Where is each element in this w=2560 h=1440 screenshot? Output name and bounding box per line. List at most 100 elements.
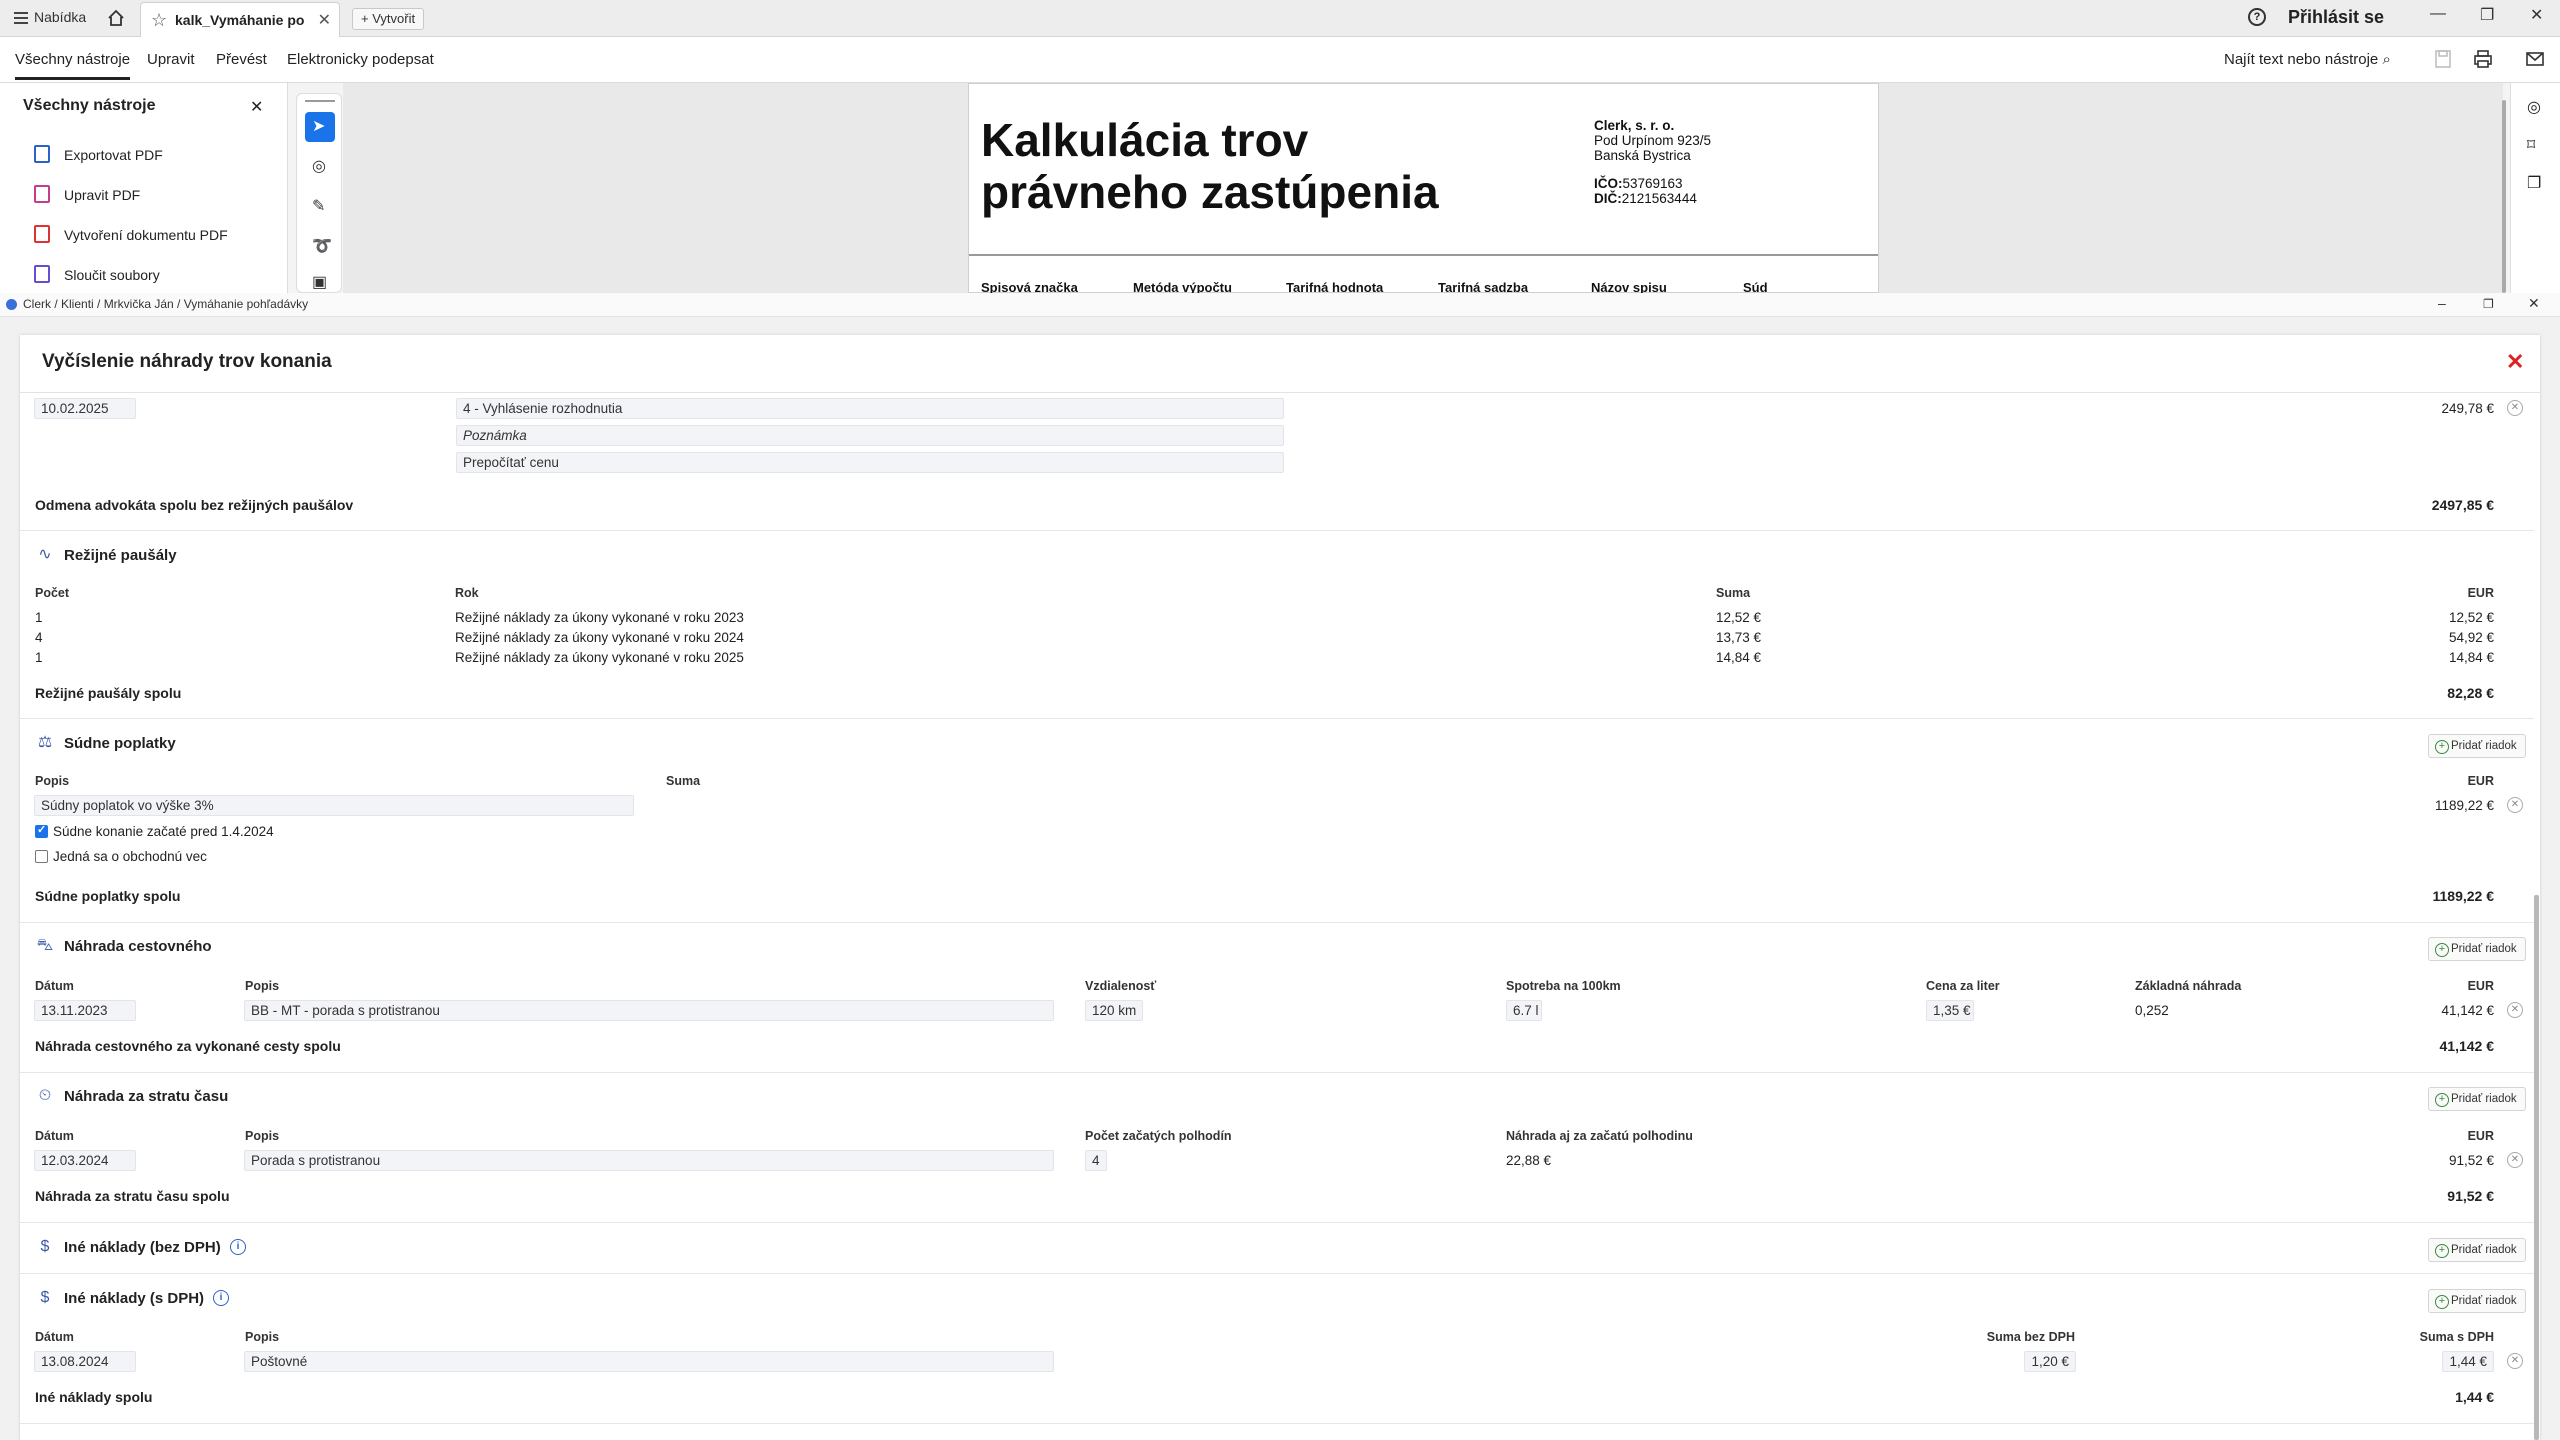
minimize-icon[interactable]: – <box>2438 295 2446 311</box>
strip-handle[interactable] <box>305 100 335 102</box>
quick-tools-strip: ➤ ◎ ✎ ➰ ▣ <box>296 93 342 293</box>
close-dialog-icon[interactable]: ✕ <box>2506 349 2524 375</box>
column-header: Základná náhrada <box>2135 979 2242 993</box>
close-panel-icon[interactable]: ✕ <box>250 97 263 117</box>
travel-price-field[interactable]: 1,35 € <box>1926 1000 1974 1021</box>
add-row-button[interactable]: Pridať riadok <box>2428 1238 2526 1262</box>
remove-row-icon[interactable]: ✕ <box>2507 1152 2523 1168</box>
menu-button[interactable]: Nabídka <box>14 9 86 27</box>
overhead-total-value: 82,28 € <box>2447 685 2494 701</box>
column-header: Dátum <box>35 979 74 993</box>
overhead-section-title: Režijné paušály <box>64 547 177 564</box>
started-before-checkbox[interactable] <box>35 823 48 838</box>
menu-label: Nabídka <box>34 9 87 25</box>
remove-row-icon[interactable]: ✕ <box>2507 1353 2523 1369</box>
lasso-tool[interactable]: ➰ <box>305 232 335 262</box>
dic-label: DIČ: <box>1594 191 1622 206</box>
star-icon[interactable]: ☆ <box>151 10 167 31</box>
help-icon[interactable]: ? <box>2248 8 2266 26</box>
tab-convert[interactable]: Převést <box>216 51 267 68</box>
travel-distance-field[interactable]: 120 km <box>1085 1000 1143 1021</box>
add-row-button[interactable]: Pridať riadok <box>2428 937 2526 961</box>
pdf-page: Kalkulácia trov právneho zastúpenia Clerk… <box>968 83 1879 295</box>
bookmark-icon[interactable]: ⌑ <box>2527 135 2545 154</box>
act-date-field[interactable]: 10.02.2025 <box>34 398 136 419</box>
recalculate-price-button[interactable]: Prepočítať cenu <box>456 452 1284 473</box>
dialog-scrollbar[interactable] <box>2534 895 2539 1440</box>
other-cost-date-field[interactable]: 13.08.2024 <box>34 1351 136 1372</box>
merge-files-icon <box>34 265 50 283</box>
create-button[interactable]: + Vytvořit <box>352 8 425 30</box>
time-loss-date-field[interactable]: 12.03.2024 <box>34 1150 136 1171</box>
tab-all-tools[interactable]: Všechny nástroje <box>15 51 131 80</box>
email-icon[interactable] <box>2524 49 2546 69</box>
search-icon: ⌕ <box>2382 51 2391 68</box>
create-label: Vytvořit <box>372 11 416 26</box>
travel-desc-field[interactable]: BB - MT - porada s protistranou <box>244 1000 1054 1021</box>
find-tools-search[interactable]: Najít text nebo nástroje ⌕ <box>2224 51 2391 68</box>
travel-section-title: Náhrada cestovného <box>64 938 212 955</box>
column-header: Cena za liter <box>1926 979 2000 993</box>
note-field[interactable]: Poznámka <box>456 425 1284 446</box>
pdf-scrollbar[interactable] <box>2502 100 2506 293</box>
cursor-icon: ➤ <box>312 118 326 135</box>
scales-icon: ⚖ <box>37 734 53 751</box>
section-divider <box>20 922 2534 923</box>
column-header: Popis <box>245 1129 280 1143</box>
info-icon[interactable]: i <box>213 1290 229 1306</box>
remove-row-icon[interactable]: ✕ <box>2507 400 2523 416</box>
time-loss-desc-field[interactable]: Porada s protistranou <box>244 1150 1054 1171</box>
travel-consumption-field[interactable]: 6.7 l <box>1506 1000 1542 1021</box>
sum-without-vat-field[interactable]: 1,20 € <box>2024 1351 2076 1372</box>
restore-icon[interactable]: ❐ <box>2480 5 2494 25</box>
overhead-sum: 13,73 € <box>1716 630 1762 645</box>
overhead-sum: 14,84 € <box>1716 650 1762 665</box>
remove-row-icon[interactable]: ✕ <box>2507 797 2523 813</box>
add-row-button[interactable]: Pridať riadok <box>2428 1087 2526 1111</box>
close-window-icon[interactable]: ✕ <box>2530 5 2543 25</box>
restore-icon[interactable]: ❐ <box>2483 297 2494 311</box>
attorney-total-label: Odmena advokáta spolu bez režijných pauš… <box>35 497 354 513</box>
column-header: Náhrada aj za začatú polhodinu <box>1506 1129 1693 1143</box>
print-icon[interactable] <box>2472 49 2494 69</box>
add-row-button[interactable]: Pridať riadok <box>2428 734 2526 758</box>
column-header: EUR <box>2467 586 2494 600</box>
close-window-icon[interactable]: ✕ <box>2528 295 2540 312</box>
sum-with-vat-field[interactable]: 1,44 € <box>2442 1351 2494 1372</box>
pages-icon[interactable]: ❐ <box>2527 173 2545 192</box>
document-tab[interactable]: ☆ kalk_Vymáhanie poh... ✕ <box>140 2 340 37</box>
time-loss-eur: 91,52 € <box>2448 1153 2494 1168</box>
column-header: Rok <box>455 586 479 600</box>
act-type-select[interactable]: 4 - Vyhlásenie rozhodnutia <box>456 398 1284 419</box>
overhead-count: 1 <box>35 650 43 665</box>
half-hours-count-field[interactable]: 4 <box>1085 1150 1107 1171</box>
select-tool[interactable]: ➤ <box>305 112 335 142</box>
comments-icon[interactable]: ◎ <box>2527 97 2545 116</box>
comment-tool[interactable]: ◎ <box>305 152 335 182</box>
login-button[interactable]: Přihlásit se <box>2288 7 2384 28</box>
section-divider <box>20 530 2534 531</box>
remove-row-icon[interactable]: ✕ <box>2507 1002 2523 1018</box>
commercial-case-checkbox[interactable] <box>35 850 48 863</box>
tab-edit[interactable]: Upravit <box>147 51 195 68</box>
travel-date-field[interactable]: 13.11.2023 <box>34 1000 136 1021</box>
create-pdf-icon <box>34 225 50 243</box>
add-row-button[interactable]: Pridať riadok <box>2428 1289 2526 1313</box>
travel-total-value: 41,142 € <box>2439 1038 2495 1054</box>
other-cost-desc-field[interactable]: Poštovné <box>244 1351 1054 1372</box>
close-tab-icon[interactable]: ✕ <box>318 10 331 30</box>
tab-e-sign[interactable]: Elektronicky podepsat <box>287 51 434 68</box>
tool-label: Sloučit soubory <box>64 267 160 283</box>
column-header: EUR <box>2467 979 2494 993</box>
overhead-count: 4 <box>35 630 43 645</box>
overhead-eur: 12,52 € <box>2448 610 2494 625</box>
save-icon[interactable] <box>2432 49 2454 69</box>
other-costs-total-label: Iné náklady spolu <box>35 1389 153 1405</box>
info-icon[interactable]: i <box>230 1239 246 1255</box>
draw-tool[interactable]: ✎ <box>305 192 335 222</box>
column-header: EUR <box>2467 774 2494 788</box>
home-icon[interactable] <box>106 8 126 28</box>
minimize-icon[interactable]: — <box>2430 5 2446 23</box>
court-fee-desc-field[interactable]: Súdny poplatok vo výške 3% <box>34 795 634 816</box>
right-rail: ◎ ⌑ ❐ <box>2510 83 2560 293</box>
